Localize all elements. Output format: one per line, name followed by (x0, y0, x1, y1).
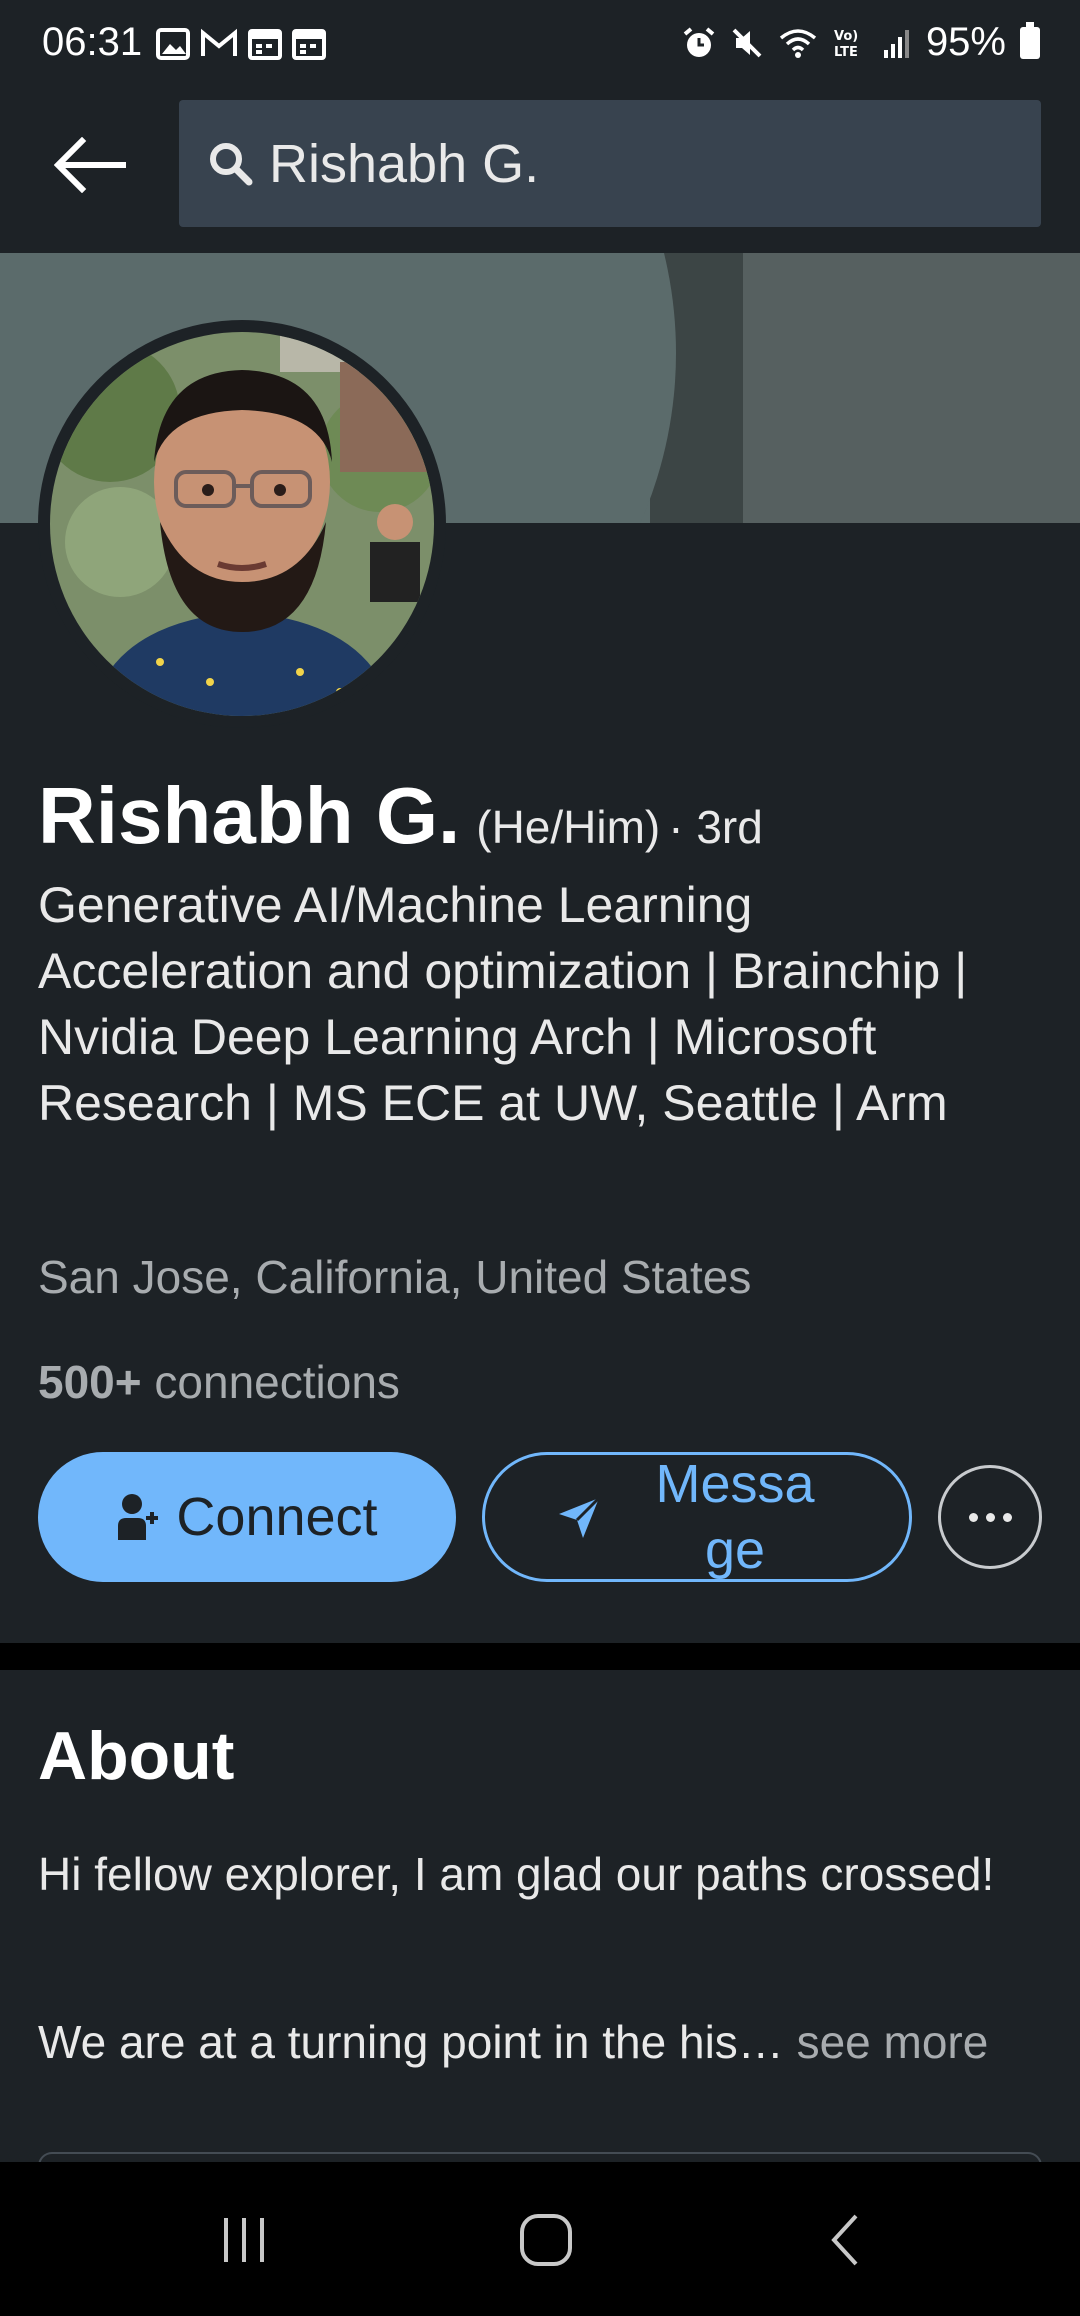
section-divider (0, 1643, 1080, 1670)
signal-icon (883, 29, 909, 58)
recents-icon (224, 2218, 264, 2262)
connection-degree: · 3rd (668, 801, 763, 853)
send-icon (559, 1496, 601, 1538)
about-truncated-text: We are at a turning point in the his… (38, 2016, 784, 2068)
search-input[interactable] (267, 131, 991, 196)
alarm-icon (683, 26, 715, 57)
home-button[interactable] (486, 2200, 606, 2280)
calendar-icon (292, 29, 326, 60)
profile-name-line: Rishabh G. (He/Him) · 3rd (38, 770, 763, 862)
profile-photo (50, 332, 434, 716)
arrow-left-icon (54, 137, 126, 193)
profile-name: Rishabh G. (38, 771, 461, 860)
back-nav-button[interactable] (788, 2200, 908, 2280)
search-bar[interactable] (179, 100, 1041, 227)
notification-icons (156, 28, 326, 60)
status-time: 06:31 (42, 20, 143, 64)
home-icon (520, 2214, 572, 2266)
connections-count[interactable]: 500+ connections (38, 1355, 400, 1409)
calendar-icon (248, 29, 282, 60)
connect-label: Connect (176, 1487, 378, 1547)
gmail-icon (201, 28, 237, 56)
connect-button[interactable]: Connect (38, 1452, 456, 1582)
mute-icon (732, 28, 762, 57)
status-right: Vo) LTE 95% (682, 20, 1040, 65)
message-button[interactable]: Message (482, 1452, 912, 1582)
add-person-icon (118, 1494, 159, 1540)
profile-avatar[interactable] (38, 320, 446, 728)
search-icon (210, 142, 253, 185)
back-icon (831, 2214, 858, 2266)
volte-icon: Vo)LTE (834, 29, 858, 60)
more-horizontal-icon (968, 1512, 1012, 1522)
profile-pronouns: (He/Him) (476, 801, 661, 853)
recents-button[interactable] (184, 2200, 304, 2280)
wifi-icon (779, 28, 817, 58)
profile-headline: Generative AI/Machine Learning Accelerat… (38, 877, 968, 1131)
svg-text:Vo): Vo) (834, 29, 858, 44)
profile-location: San Jose, California, United States (38, 1251, 752, 1303)
connections-label: connections (154, 1356, 400, 1408)
about-paragraph-2: We are at a turning point in the his… se… (38, 2015, 1048, 2069)
connections-number: 500+ (38, 1356, 142, 1408)
about-paragraph-1: Hi fellow explorer, I am glad our paths … (38, 1848, 995, 1900)
see-more-link[interactable]: see more (797, 2016, 989, 2068)
back-button[interactable] (40, 120, 140, 210)
about-heading: About (38, 1718, 235, 1794)
battery-percent: 95% (925, 20, 1006, 64)
gallery-icon (156, 28, 190, 60)
battery-icon (1020, 21, 1040, 59)
svg-text:LTE: LTE (834, 45, 858, 60)
message-label: Message (655, 1454, 815, 1580)
more-options-button[interactable] (938, 1465, 1042, 1569)
